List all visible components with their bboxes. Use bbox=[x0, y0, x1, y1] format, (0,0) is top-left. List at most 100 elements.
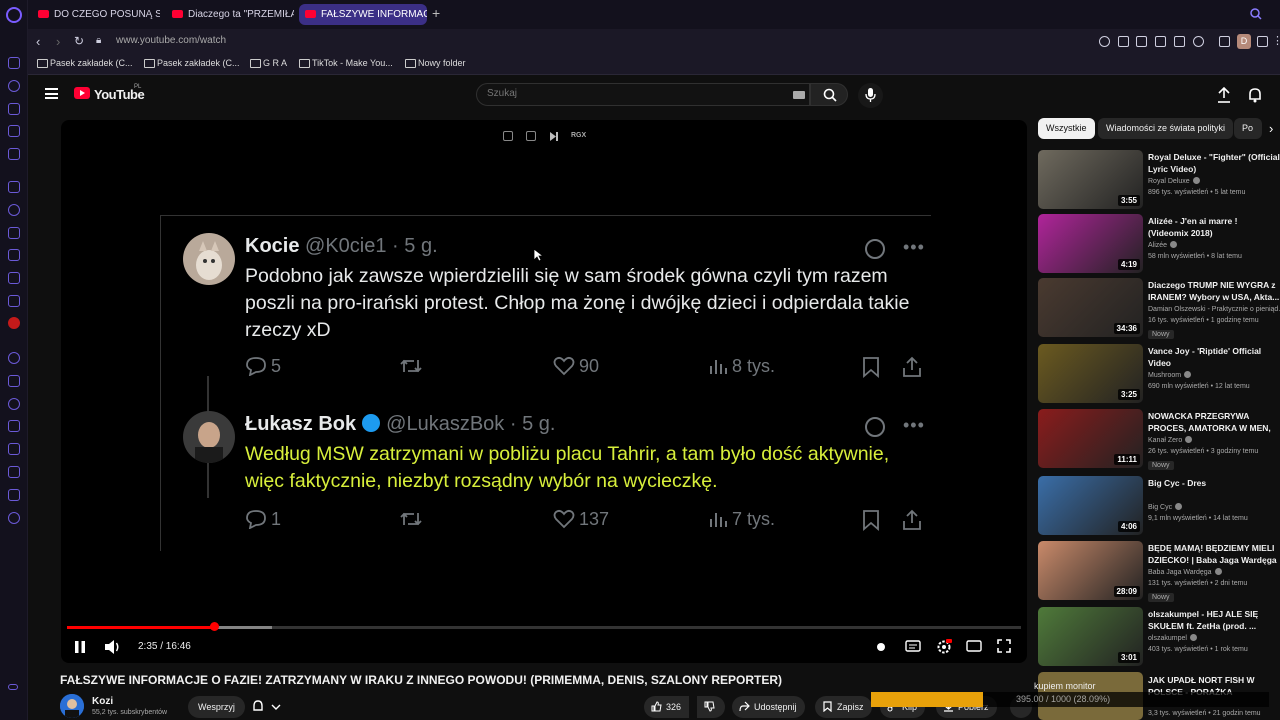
search-button[interactable] bbox=[810, 83, 848, 106]
rec-title[interactable]: Royal Deluxe - "Fighter" (Official Lyric… bbox=[1148, 151, 1280, 175]
player-icon[interactable] bbox=[8, 352, 20, 364]
seek-scrubber[interactable] bbox=[210, 622, 220, 631]
search-tabs-icon[interactable] bbox=[1250, 8, 1262, 20]
like-button[interactable]: 326 bbox=[644, 696, 690, 718]
rec-title[interactable]: Big Cyc - Dres bbox=[1148, 477, 1280, 489]
new-tab-button[interactable]: + bbox=[432, 5, 440, 21]
settings-gear-icon[interactable] bbox=[936, 639, 952, 655]
instagram-icon[interactable] bbox=[8, 249, 20, 261]
fullscreen-button[interactable] bbox=[997, 639, 1011, 653]
profile-avatar[interactable]: D bbox=[1237, 34, 1251, 49]
thumbnail[interactable]: 11:11 bbox=[1038, 409, 1143, 468]
rec-title[interactable]: Vance Joy - 'Riptide' Official Video bbox=[1148, 345, 1280, 369]
wallet-icon[interactable] bbox=[8, 420, 20, 432]
hamburger-menu-icon[interactable] bbox=[45, 88, 58, 99]
thumbnail[interactable]: 4:06 bbox=[1038, 476, 1143, 535]
x-icon[interactable] bbox=[8, 272, 20, 284]
notifications-bell-icon[interactable] bbox=[1248, 87, 1262, 103]
url-field[interactable]: www.youtube.com/watch bbox=[116, 35, 226, 46]
subtitles-button[interactable] bbox=[905, 639, 921, 653]
autoplay-toggle-icon[interactable] bbox=[874, 639, 888, 653]
thumbnail[interactable]: 3:25 bbox=[1038, 344, 1143, 403]
extensions-icon[interactable] bbox=[1219, 36, 1230, 47]
chip-all[interactable]: Wszystkie bbox=[1038, 118, 1095, 139]
sidebar-notes-icon[interactable] bbox=[8, 125, 20, 137]
extensions-icon[interactable] bbox=[8, 489, 20, 501]
zoom-icon[interactable] bbox=[1099, 36, 1110, 47]
bookmark-folder[interactable]: G R A bbox=[250, 58, 287, 68]
rgx-label[interactable]: RGX bbox=[571, 132, 586, 139]
rec-title[interactable]: Diaczego TRUMP NIE WYGRA z IRANEM? Wybor… bbox=[1148, 279, 1280, 303]
support-button[interactable]: Wesprzyj bbox=[188, 696, 245, 718]
list-item[interactable]: 4:19 Alizée - J'en ai marre ! (Videomix 2… bbox=[1038, 214, 1280, 276]
chip-more[interactable]: Po bbox=[1234, 118, 1262, 139]
list-item[interactable]: 3:25 Vance Joy - 'Riptide' Official Video… bbox=[1038, 344, 1280, 406]
search-input[interactable] bbox=[487, 88, 777, 99]
rec-channel[interactable]: olszakumpel bbox=[1148, 634, 1197, 642]
messenger-icon[interactable] bbox=[8, 204, 20, 216]
upload-icon[interactable] bbox=[1217, 87, 1231, 103]
rec-channel[interactable]: Alizée bbox=[1148, 241, 1178, 249]
opera-logo-icon[interactable] bbox=[6, 7, 22, 23]
reload-icon[interactable]: ↻ bbox=[74, 34, 84, 48]
thumbnail[interactable]: 3:01 bbox=[1038, 607, 1143, 666]
pip-icon[interactable] bbox=[526, 131, 536, 141]
seek-bar[interactable] bbox=[67, 622, 1021, 631]
list-item[interactable]: 3:55 Royal Deluxe - "Fighter" (Official L… bbox=[1038, 150, 1280, 212]
forward-icon[interactable]: › bbox=[56, 34, 60, 49]
list-item[interactable]: 34:36 Diaczego TRUMP NIE WYGRA z IRANEM? … bbox=[1038, 278, 1280, 340]
channel-name[interactable]: Kozi bbox=[92, 696, 113, 707]
voice-search-button[interactable] bbox=[858, 83, 883, 108]
rec-title[interactable]: Alizée - J'en ai marre ! (Videomix 2018) bbox=[1148, 215, 1280, 239]
tab-2[interactable]: Diaczego ta "PRZEMIŁA" bbox=[166, 4, 294, 25]
chip-politics[interactable]: Wiadomości ze świata polityki bbox=[1098, 118, 1234, 139]
thumbnail[interactable]: 4:19 bbox=[1038, 214, 1143, 273]
discord-icon[interactable] bbox=[8, 295, 20, 307]
menu-icon[interactable]: ⋮ bbox=[1272, 34, 1280, 47]
downloads-icon[interactable] bbox=[8, 466, 20, 478]
bookmark-tiktok[interactable]: TikTok - Make You... bbox=[299, 58, 393, 68]
list-item[interactable]: 28:09 BĘDĘ MAMĄ! BĘDZIEMY MIELI DZIECKO! … bbox=[1038, 541, 1280, 603]
list-item[interactable]: 3:01 olszakumpel - HEJ ALE SIĘ SKUŁEM ft.… bbox=[1038, 607, 1280, 669]
channel-avatar[interactable] bbox=[60, 694, 84, 718]
rec-channel[interactable]: Damian Olszewski - Praktycznie o pieniąd… bbox=[1148, 305, 1280, 313]
settings-icon[interactable] bbox=[8, 512, 20, 524]
tab-3-active[interactable]: FAŁSZYWE INFORMAC bbox=[299, 4, 427, 25]
share-button[interactable]: Udostępnij bbox=[732, 696, 805, 718]
list-item[interactable]: 4:06 Big Cyc - Dres Big Cyc 9,1 mln wyświet… bbox=[1038, 476, 1280, 538]
dislike-button[interactable] bbox=[697, 696, 725, 718]
play-icon[interactable] bbox=[1174, 36, 1185, 47]
subscription-bell-icon[interactable] bbox=[252, 700, 282, 714]
youtube-logo-icon[interactable] bbox=[74, 87, 90, 99]
send-icon[interactable] bbox=[8, 375, 20, 387]
snapshot-icon[interactable] bbox=[1136, 36, 1147, 47]
twitch-icon[interactable] bbox=[8, 181, 20, 193]
rec-title[interactable]: BĘDĘ MAMĄ! BĘDZIEMY MIELI DZIECKO! | Bab… bbox=[1148, 542, 1280, 566]
video-player[interactable]: RGX Kocie @K0cie1 · 5 g. ••• Podobno jak… bbox=[61, 120, 1027, 663]
bookmark-folder[interactable]: Pasek zakładek (C... bbox=[144, 58, 240, 68]
gx-icon[interactable] bbox=[8, 684, 18, 690]
theater-mode-button[interactable] bbox=[966, 639, 982, 653]
tab-1[interactable]: DO CZEGO POSUNĄ SIĘ K bbox=[32, 4, 160, 25]
pin-icon[interactable] bbox=[1118, 36, 1129, 47]
bookmark-folder[interactable]: Nowy folder bbox=[405, 58, 466, 68]
pause-button[interactable] bbox=[73, 639, 87, 655]
clock-icon[interactable] bbox=[8, 443, 20, 455]
heart-icon[interactable] bbox=[1193, 36, 1204, 47]
download-icon[interactable] bbox=[1257, 36, 1268, 47]
rec-title[interactable]: NOWACKA PRZEGRYWA PROCES, AMATORKA W MEN… bbox=[1148, 410, 1280, 434]
thumbnail[interactable]: 34:36 bbox=[1038, 278, 1143, 337]
bookmark-folder[interactable]: Pasek zakładek (C... bbox=[37, 58, 133, 68]
rec-title[interactable]: olszakumpel - HEJ ALE SIĘ SKUŁEM ft. Zet… bbox=[1148, 608, 1280, 632]
keyboard-icon[interactable] bbox=[793, 91, 805, 99]
rec-channel[interactable]: Big Cyc bbox=[1148, 503, 1183, 511]
chips-next-icon[interactable]: › bbox=[1269, 121, 1273, 136]
miniplayer-icon[interactable] bbox=[503, 131, 513, 141]
rec-channel[interactable]: Mushroom bbox=[1148, 371, 1192, 379]
thumbnail[interactable]: 28:09 bbox=[1038, 541, 1143, 600]
back-icon[interactable]: ‹ bbox=[36, 34, 40, 49]
shield-icon[interactable] bbox=[1155, 36, 1166, 47]
sidebar-history-icon[interactable] bbox=[8, 80, 20, 92]
heart-icon[interactable] bbox=[8, 398, 20, 410]
sidebar-tools-icon[interactable] bbox=[8, 103, 20, 115]
